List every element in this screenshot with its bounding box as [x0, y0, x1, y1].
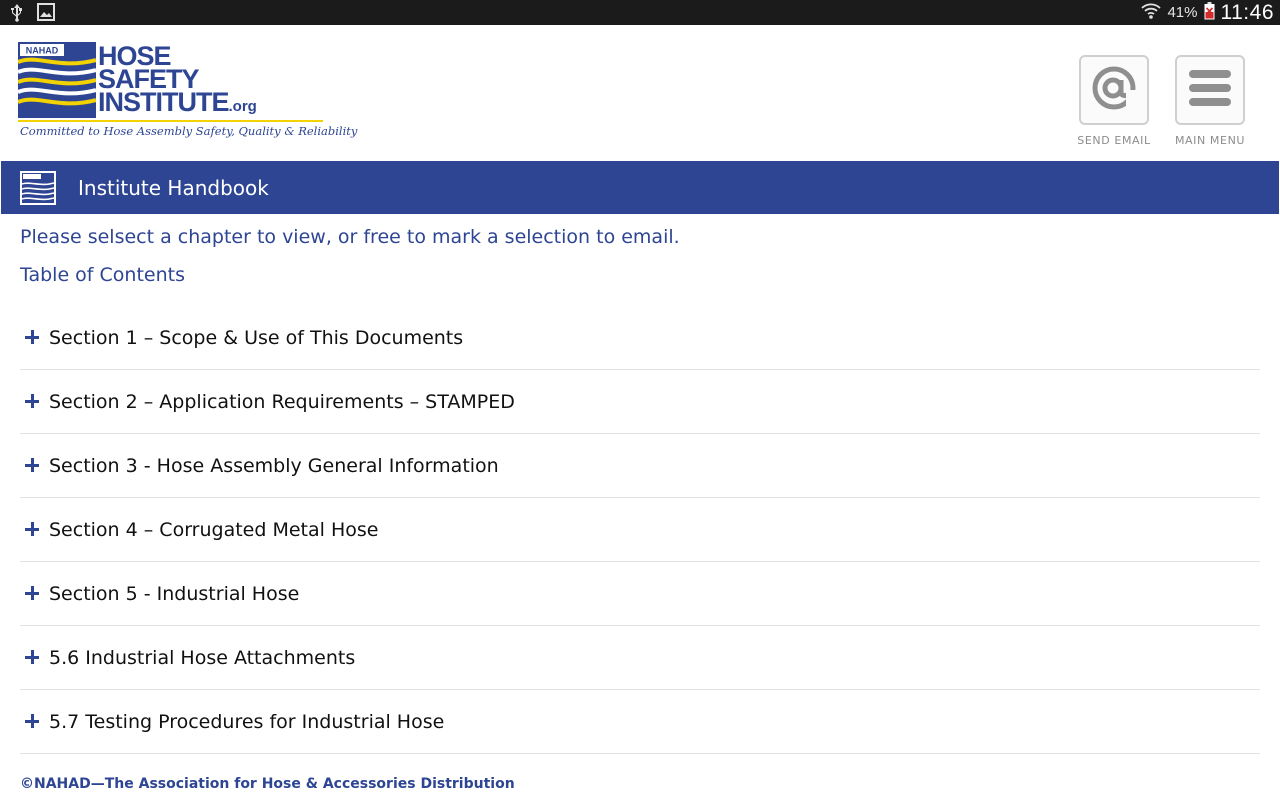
- status-time: 11:46: [1220, 0, 1274, 24]
- section-item-5-6[interactable]: 5.6 Industrial Hose Attachments: [20, 626, 1260, 690]
- usb-icon: [9, 3, 25, 26]
- main-menu-button[interactable]: MAIN MENU: [1170, 55, 1250, 147]
- footer-copyright: ©NAHAD—The Association for Hose & Access…: [20, 776, 515, 792]
- expand-plus-icon[interactable]: [23, 647, 45, 669]
- section-item-3[interactable]: Section 3 - Hose Assembly General Inform…: [20, 434, 1260, 498]
- section-item-4[interactable]: Section 4 – Corrugated Metal Hose: [20, 498, 1260, 562]
- section-label: Section 1 – Scope & Use of This Document…: [49, 327, 464, 349]
- section-item-2[interactable]: Section 2 – Application Requirements – S…: [20, 370, 1260, 434]
- at-sign-icon: [1090, 64, 1138, 116]
- send-email-label: SEND EMAIL: [1077, 134, 1151, 147]
- logo-wordmark: HOSE SAFETY INSTITUTE.org: [98, 43, 257, 118]
- section-label: Section 2 – Application Requirements – S…: [49, 391, 515, 413]
- page-title-bar: Institute Handbook: [1, 161, 1279, 214]
- main-menu-box[interactable]: [1175, 55, 1245, 125]
- send-email-button[interactable]: SEND EMAIL: [1077, 55, 1151, 147]
- app-header: NAHAD HOSE SAFETY INSTITUTE.org Committe…: [0, 25, 1280, 160]
- section-label: 5.6 Industrial Hose Attachments: [49, 647, 356, 669]
- section-item-5-7[interactable]: 5.7 Testing Procedures for Industrial Ho…: [20, 690, 1260, 754]
- logo-divider: [18, 120, 323, 122]
- toc-heading: Table of Contents: [20, 264, 185, 286]
- logo-org: .org: [228, 98, 257, 115]
- section-item-5[interactable]: Section 5 - Industrial Hose: [20, 562, 1260, 626]
- section-label: Section 4 – Corrugated Metal Hose: [49, 519, 379, 541]
- expand-plus-icon[interactable]: [23, 391, 45, 413]
- battery-charging-icon: [1204, 1, 1215, 24]
- page-title: Institute Handbook: [78, 175, 269, 200]
- section-label: 5.7 Testing Procedures for Industrial Ho…: [49, 711, 445, 733]
- logo-badge: NAHAD: [26, 46, 59, 56]
- section-item-1[interactable]: Section 1 – Scope & Use of This Document…: [20, 306, 1260, 370]
- wifi-icon: [1141, 2, 1162, 24]
- expand-plus-icon[interactable]: [23, 455, 45, 477]
- logo-wave-mark: NAHAD: [18, 42, 96, 118]
- logo-line3-text: INSTITUTE: [98, 87, 229, 117]
- hamburger-menu-icon: [1188, 68, 1232, 112]
- send-email-box[interactable]: [1079, 55, 1149, 125]
- expand-plus-icon[interactable]: [23, 327, 45, 349]
- expand-plus-icon[interactable]: [23, 519, 45, 541]
- section-label: Section 5 - Industrial Hose: [49, 583, 300, 605]
- logo-tagline: Committed to Hose Assembly Safety, Quali…: [20, 124, 358, 138]
- expand-plus-icon[interactable]: [23, 711, 45, 733]
- hose-safety-institute-logo[interactable]: NAHAD HOSE SAFETY INSTITUTE.org Committe…: [18, 42, 357, 147]
- section-list: Section 1 – Scope & Use of This Document…: [20, 306, 1260, 754]
- intro-text: Please selsect a chapter to view, or fre…: [20, 226, 680, 248]
- logo-line3: INSTITUTE.org: [98, 89, 257, 118]
- main-menu-label: MAIN MENU: [1174, 134, 1246, 147]
- nahad-wave-icon: [20, 170, 56, 205]
- battery-percent: 41%: [1167, 4, 1198, 21]
- expand-plus-icon[interactable]: [23, 583, 45, 605]
- section-label: Section 3 - Hose Assembly General Inform…: [49, 455, 499, 477]
- image-icon: [37, 3, 55, 26]
- status-bar: 41% 11:46: [0, 0, 1280, 25]
